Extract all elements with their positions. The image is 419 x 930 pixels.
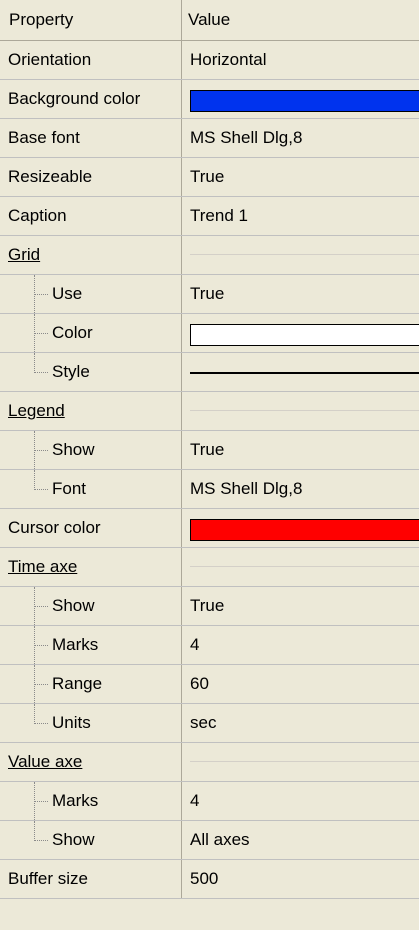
- property-row-grid[interactable]: Grid: [0, 236, 419, 275]
- property-label-text: Use: [52, 284, 83, 303]
- property-row-resizeable[interactable]: Resizeable True: [0, 158, 419, 197]
- property-label-text: Resizeable: [8, 167, 93, 186]
- property-row-grid-style[interactable]: Style: [0, 353, 419, 392]
- property-row-time-range[interactable]: Range 60: [0, 665, 419, 704]
- property-value-value-show[interactable]: All axes: [182, 821, 419, 859]
- line-style-sample[interactable]: [190, 372, 419, 374]
- property-label-grid-style: Style: [0, 353, 182, 391]
- color-swatch-background-color[interactable]: [190, 90, 419, 112]
- property-label-legend-show: Show: [0, 431, 182, 469]
- group-separator: [190, 410, 419, 411]
- property-label-background-color: Background color: [0, 80, 182, 118]
- property-value-time-units[interactable]: sec: [182, 704, 419, 742]
- property-label-text: Value axe: [8, 752, 83, 771]
- color-swatch-grid-color[interactable]: [190, 324, 419, 346]
- property-label-text: Show: [52, 440, 95, 459]
- property-label-text: Range: [52, 674, 103, 693]
- property-label-text: Style: [52, 362, 90, 381]
- property-value-buffer-size[interactable]: 500: [182, 860, 419, 898]
- property-row-caption[interactable]: Caption Trend 1: [0, 197, 419, 236]
- property-label-grid-use: Use: [0, 275, 182, 313]
- property-label-caption: Caption: [0, 197, 182, 235]
- property-row-cursor-color[interactable]: Cursor color: [0, 509, 419, 548]
- property-label-text: Legend: [8, 401, 65, 420]
- property-label-text: Cursor color: [8, 518, 101, 537]
- property-label-buffer-size: Buffer size: [0, 860, 182, 898]
- property-label-legend-font: Font: [0, 470, 182, 508]
- property-value-value-marks[interactable]: 4: [182, 782, 419, 820]
- property-row-time-marks[interactable]: Marks 4: [0, 626, 419, 665]
- group-separator: [190, 566, 419, 567]
- property-label-time-show: Show: [0, 587, 182, 625]
- property-label-grid-color: Color: [0, 314, 182, 352]
- property-label-text: Show: [52, 830, 95, 849]
- property-value-legend-font[interactable]: MS Shell Dlg,8: [182, 470, 419, 508]
- property-row-value-marks[interactable]: Marks 4: [0, 782, 419, 821]
- property-row-value-show[interactable]: Show All axes: [0, 821, 419, 860]
- property-value-resizeable[interactable]: True: [182, 158, 419, 196]
- property-value-orientation[interactable]: Horizontal: [182, 41, 419, 79]
- property-label-grid: Grid: [0, 236, 182, 274]
- property-label-text: Color: [52, 323, 93, 342]
- property-row-legend-show[interactable]: Show True: [0, 431, 419, 470]
- property-row-time-units[interactable]: Units sec: [0, 704, 419, 743]
- property-label-legend: Legend: [0, 392, 182, 430]
- property-label-time-axe: Time axe: [0, 548, 182, 586]
- property-label-text: Caption: [8, 206, 67, 225]
- property-label-value-marks: Marks: [0, 782, 182, 820]
- property-label-text: Base font: [8, 128, 80, 147]
- property-grid: Property Value Orientation Horizontal Back…: [0, 0, 419, 930]
- property-label-text: Units: [52, 713, 91, 732]
- property-row-grid-use[interactable]: Use True: [0, 275, 419, 314]
- property-label-value-show: Show: [0, 821, 182, 859]
- property-label-value-axe: Value axe: [0, 743, 182, 781]
- property-row-background-color[interactable]: Background color: [0, 80, 419, 119]
- property-value-caption[interactable]: Trend 1: [182, 197, 419, 235]
- column-header-property[interactable]: Property: [0, 0, 182, 40]
- property-row-grid-color[interactable]: Color: [0, 314, 419, 353]
- property-label-time-range: Range: [0, 665, 182, 703]
- property-value-grid-use[interactable]: True: [182, 275, 419, 313]
- property-row-orientation[interactable]: Orientation Horizontal: [0, 41, 419, 80]
- property-label-orientation: Orientation: [0, 41, 182, 79]
- column-header-value[interactable]: Value: [182, 0, 419, 40]
- property-row-buffer-size[interactable]: Buffer size 500: [0, 860, 419, 899]
- property-value-time-marks[interactable]: 4: [182, 626, 419, 664]
- property-label-text: Time axe: [8, 557, 78, 576]
- property-label-cursor-color: Cursor color: [0, 509, 182, 547]
- property-row-legend-font[interactable]: Font MS Shell Dlg,8: [0, 470, 419, 509]
- property-value-time-show[interactable]: True: [182, 587, 419, 625]
- property-row-value-axe[interactable]: Value axe: [0, 743, 419, 782]
- property-label-base-font: Base font: [0, 119, 182, 157]
- color-swatch-cursor-color[interactable]: [190, 519, 419, 541]
- property-label-text: Orientation: [8, 50, 92, 69]
- property-value-base-font[interactable]: MS Shell Dlg,8: [182, 119, 419, 157]
- property-label-text: Marks: [52, 635, 99, 654]
- property-label-text: Show: [52, 596, 95, 615]
- property-label-text: Background color: [8, 89, 141, 108]
- property-label-time-units: Units: [0, 704, 182, 742]
- property-grid-header: Property Value: [0, 0, 419, 41]
- property-row-time-axe[interactable]: Time axe: [0, 548, 419, 587]
- group-separator: [190, 254, 419, 255]
- property-row-base-font[interactable]: Base font MS Shell Dlg,8: [0, 119, 419, 158]
- property-row-legend[interactable]: Legend: [0, 392, 419, 431]
- property-label-text: Marks: [52, 791, 99, 810]
- property-value-time-range[interactable]: 60: [182, 665, 419, 703]
- property-label-text: Grid: [8, 245, 41, 264]
- property-label-text: Font: [52, 479, 87, 498]
- property-label-resizeable: Resizeable: [0, 158, 182, 196]
- property-label-text: Buffer size: [8, 869, 89, 888]
- property-value-legend-show[interactable]: True: [182, 431, 419, 469]
- property-rows: Orientation Horizontal Background color Bas…: [0, 41, 419, 899]
- group-separator: [190, 761, 419, 762]
- property-row-time-show[interactable]: Show True: [0, 587, 419, 626]
- property-label-time-marks: Marks: [0, 626, 182, 664]
